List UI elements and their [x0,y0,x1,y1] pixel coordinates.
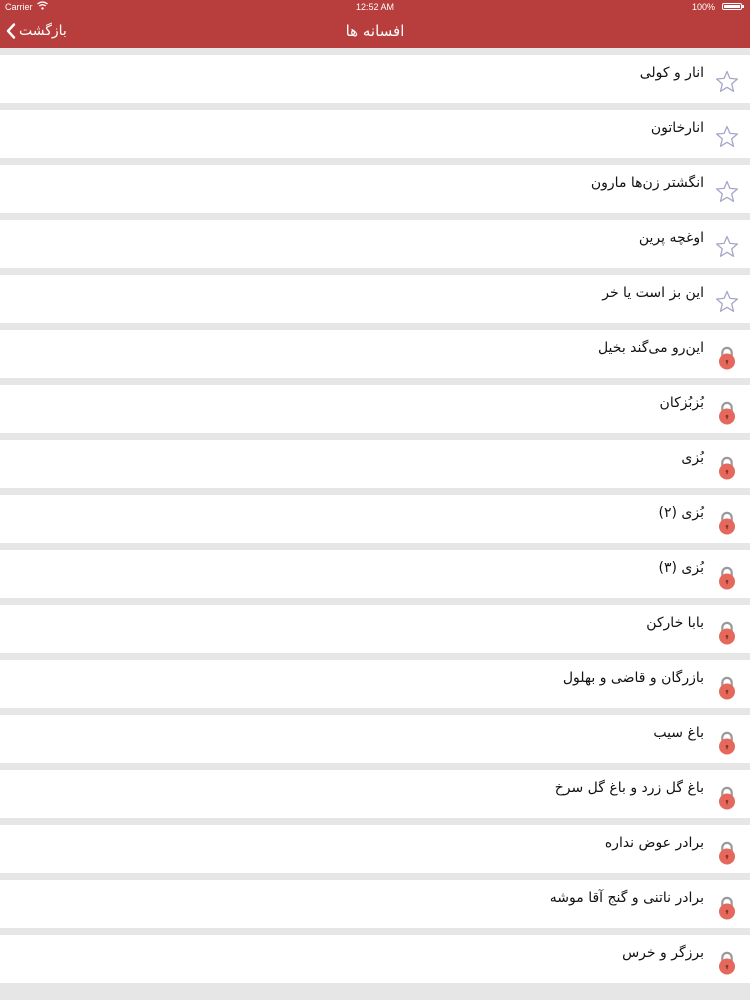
list-item[interactable]: برزگر و خرس [0,935,750,983]
story-title: بُزی [681,450,704,466]
page-title: افسانه ها [345,22,405,40]
story-title: این‌رو می‌گند بخیل [597,340,704,356]
lock-icon [714,344,740,370]
navigation-bar: افسانه ها بازگشت [0,14,750,48]
back-button[interactable]: بازگشت [6,14,67,48]
lock-icon [714,674,740,700]
lock-icon [714,949,740,975]
story-title: بُزی (۲) [658,505,705,521]
lock-icon [714,564,740,590]
star-icon[interactable] [714,124,740,150]
battery-icon [722,3,744,10]
list-item[interactable]: انارخاتون [0,110,750,158]
story-title: باغ گل زرد و باغ گل سرخ [554,780,704,796]
lock-icon [714,894,740,920]
story-title: این بز است یا خر [602,285,704,301]
story-title: بابا خارکن [646,615,704,631]
list-item[interactable]: این بز است یا خر [0,275,750,323]
story-title: باغ سیب [653,725,704,741]
battery-percent: 100% [691,2,715,12]
star-icon[interactable] [714,179,740,205]
lock-icon [714,784,740,810]
story-title: انار و کولی [639,65,704,81]
back-button-label: بازگشت [19,23,67,39]
star-icon[interactable] [714,69,740,95]
list-item[interactable]: بُزی (۲) [0,495,750,543]
story-title: بُزبُزکان [659,395,704,411]
lock-icon [714,619,740,645]
list-item[interactable]: بابا خارکن [0,605,750,653]
story-title: انگشتر زن‌ها مارون [590,175,704,191]
story-title: برادر عوض نداره [604,835,704,851]
lock-icon [714,454,740,480]
list-item[interactable]: انار و کولی [0,55,750,103]
story-title: اوغچه پرین [638,230,704,246]
list-item[interactable]: بُزبُزکان [0,385,750,433]
list-item[interactable]: بُزی (۳) [0,550,750,598]
story-title: برادر ناتنی و گنج آقا موشه [549,890,704,906]
lock-icon [714,509,740,535]
star-icon[interactable] [714,289,740,315]
status-time: 12:52 AM [355,2,395,12]
story-title: بُزی (۳) [658,560,705,576]
lock-icon [714,839,740,865]
list-item[interactable]: باغ سیب [0,715,750,763]
list-item[interactable]: اوغچه پرین [0,220,750,268]
chevron-left-icon [6,23,16,39]
list-item[interactable]: برادر ناتنی و گنج آقا موشه [0,880,750,928]
list-item[interactable]: برادر عوض نداره [0,825,750,873]
story-title: برزگر و خرس [622,945,704,961]
star-icon[interactable] [714,234,740,260]
list-item[interactable]: بُزی [0,440,750,488]
story-title: بازرگان و قاضی و بهلول [562,670,704,686]
list-item[interactable]: باغ گل زرد و باغ گل سرخ [0,770,750,818]
status-bar: Carrier 12:52 AM 100% [0,0,750,14]
lock-icon [714,729,740,755]
list-item[interactable]: بازرگان و قاضی و بهلول [0,660,750,708]
story-title: انارخاتون [650,120,704,136]
list-item[interactable]: انگشتر زن‌ها مارون [0,165,750,213]
lock-icon [714,399,740,425]
list-item[interactable]: این‌رو می‌گند بخیل [0,330,750,378]
story-list: انار و کولی انارخاتون انگشتر زن‌ها مارون او… [0,48,750,1000]
